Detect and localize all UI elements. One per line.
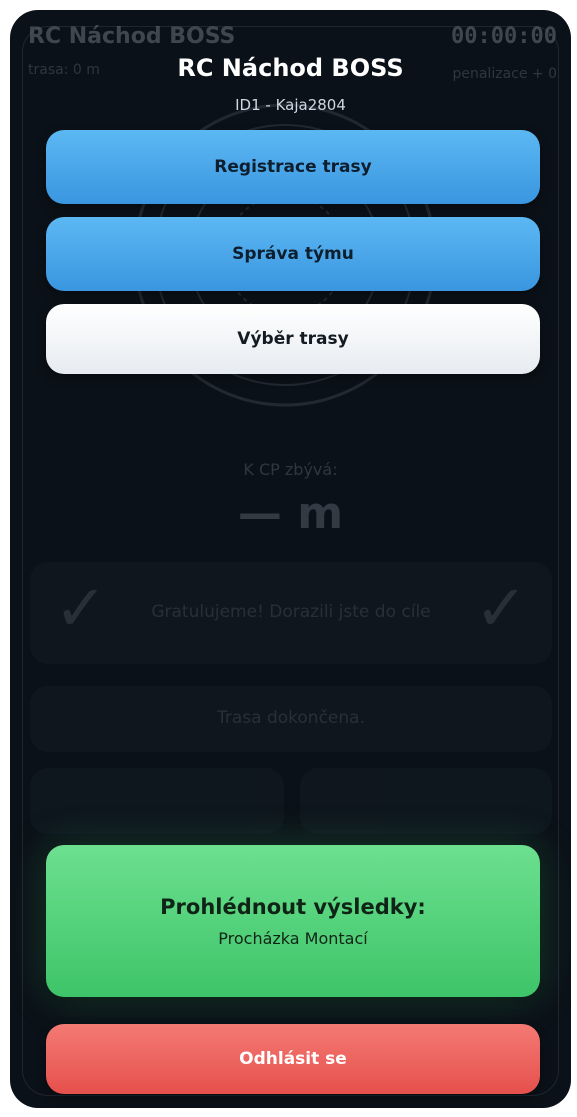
route-registration-button[interactable]: Registrace trasy [46,130,540,204]
view-results-button[interactable]: Prohlédnout výsledky: Procházka Montací [46,845,540,997]
bg-timer: 00:00:00 [451,24,557,49]
app-frame: RC Náchod BOSS 00:00:00 trasa: 0 m penal… [10,10,571,1108]
menu-title: RC Náchod BOSS [177,54,404,82]
logout-button[interactable]: Odhlásit se [46,1024,540,1094]
bg-right-card [300,768,552,834]
bg-app-title: RC Náchod BOSS [28,24,236,49]
view-results-title: Prohlédnout výsledky: [160,894,426,919]
route-selection-label: Výběr trasy [237,329,349,349]
phone-screen: RC Náchod BOSS 00:00:00 trasa: 0 m penal… [0,0,577,1117]
route-registration-label: Registrace trasy [214,157,372,177]
team-management-label: Správa týmu [232,244,354,264]
logout-label: Odhlásit se [239,1049,347,1069]
bg-route-done-text: Trasa dokončena. [217,708,365,728]
bg-checkpoint-label: K CP zbývá: [243,460,338,479]
check-icon: ✓ [474,572,528,646]
team-management-button[interactable]: Správa týmu [46,217,540,291]
bg-finish-card: ✓ Gratulujeme! Dorazili jste do cíle ✓ [30,562,552,664]
menu-user-id: ID1 - Kaja2804 [235,96,346,114]
bg-route-done-card: Trasa dokončena. [30,686,552,752]
view-results-route-name: Procházka Montací [218,928,368,948]
bg-checkpoint-distance: — m [237,488,344,539]
bg-left-card [30,768,284,834]
route-selection-button[interactable]: Výběr trasy [46,304,540,374]
